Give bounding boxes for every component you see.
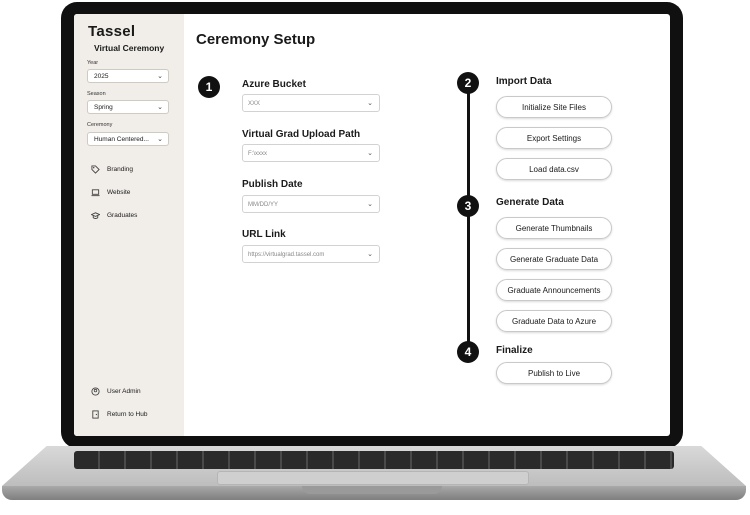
ceremony-value: Human Centered... xyxy=(94,136,149,143)
door-exit-icon xyxy=(92,410,99,419)
publish-date-label: Publish Date xyxy=(242,179,303,190)
upload-path-value: F:\xxxx xyxy=(248,151,267,157)
chevron-down-icon: ⌄ xyxy=(157,104,163,111)
sidebar-item-label: User Admin xyxy=(107,388,141,395)
laptop-opening-notch xyxy=(302,486,442,494)
export-settings-button[interactable]: Export Settings xyxy=(496,127,612,149)
azure-bucket-select[interactable]: XXX ⌄ xyxy=(242,94,380,112)
season-value: Spring xyxy=(94,104,113,111)
generate-graduate-data-button[interactable]: Generate Graduate Data xyxy=(496,248,612,270)
laptop-touchpad xyxy=(217,471,529,485)
graduate-data-to-azure-button[interactable]: Graduate Data to Azure xyxy=(496,310,612,332)
azure-bucket-value: XXX xyxy=(248,101,261,107)
url-link-select[interactable]: https://virtualgrad.tassel.com ⌄ xyxy=(242,245,380,263)
step-badge-4: 4 xyxy=(457,341,479,363)
laptop-keyboard xyxy=(74,451,674,469)
step-badge-3: 3 xyxy=(457,195,479,217)
sidebar: Tassel Virtual Ceremony Year 2025 ⌄ Seas… xyxy=(74,14,184,436)
sidebar-item-graduates[interactable]: Graduates xyxy=(91,211,137,220)
user-admin-icon xyxy=(91,387,100,396)
sidebar-item-user-admin[interactable]: User Admin xyxy=(91,387,141,396)
import-data-heading: Import Data xyxy=(496,76,552,87)
publish-date-select[interactable]: MM/DD/YY ⌄ xyxy=(242,195,380,213)
year-value: 2025 xyxy=(94,73,109,80)
generate-thumbnails-button[interactable]: Generate Thumbnails xyxy=(496,217,612,239)
initialize-site-files-button[interactable]: Initialize Site Files xyxy=(496,96,612,118)
upload-path-label: Virtual Grad Upload Path xyxy=(242,129,361,140)
chevron-down-icon: ⌄ xyxy=(367,150,373,157)
ceremony-label: Ceremony xyxy=(87,122,113,128)
sidebar-item-label: Branding xyxy=(107,166,134,173)
step-badge-1: 1 xyxy=(198,76,220,98)
finalize-heading: Finalize xyxy=(496,345,533,356)
azure-bucket-label: Azure Bucket xyxy=(242,79,306,90)
chevron-down-icon: ⌄ xyxy=(367,201,373,208)
app-logo: Tassel xyxy=(88,23,136,40)
chevron-down-icon: ⌄ xyxy=(157,136,163,143)
url-link-value: https://virtualgrad.tassel.com xyxy=(248,252,325,258)
sidebar-item-label: Graduates xyxy=(107,212,138,219)
load-data-csv-button[interactable]: Load data.csv xyxy=(496,158,612,180)
page-title: Ceremony Setup xyxy=(196,31,316,48)
steps-timeline xyxy=(467,86,470,358)
url-link-label: URL Link xyxy=(242,229,286,240)
graduation-cap-icon xyxy=(91,212,100,219)
chevron-down-icon: ⌄ xyxy=(367,100,373,107)
app-screen: Tassel Virtual Ceremony Year 2025 ⌄ Seas… xyxy=(74,14,670,436)
laptop-icon xyxy=(91,189,100,197)
sidebar-item-label: Website xyxy=(107,189,131,196)
step-badge-2: 2 xyxy=(457,72,479,94)
sidebar-item-return-to-hub[interactable]: Return to Hub xyxy=(91,410,147,419)
sidebar-item-website[interactable]: Website xyxy=(91,188,130,197)
laptop-base xyxy=(2,446,746,504)
chevron-down-icon: ⌄ xyxy=(157,73,163,80)
sidebar-item-branding[interactable]: Branding xyxy=(91,165,133,174)
season-label: Season xyxy=(87,91,106,97)
year-select[interactable]: 2025 ⌄ xyxy=(87,69,169,83)
year-label: Year xyxy=(87,60,99,66)
publish-date-value: MM/DD/YY xyxy=(248,202,278,208)
publish-to-live-button[interactable]: Publish to Live xyxy=(496,362,612,384)
tag-icon xyxy=(91,165,100,174)
season-select[interactable]: Spring ⌄ xyxy=(87,100,169,114)
generate-data-heading: Generate Data xyxy=(496,197,564,208)
chevron-down-icon: ⌄ xyxy=(367,251,373,258)
upload-path-select[interactable]: F:\xxxx ⌄ xyxy=(242,144,380,162)
sidebar-item-label: Return to Hub xyxy=(107,411,148,418)
graduate-announcements-button[interactable]: Graduate Announcements xyxy=(496,279,612,301)
ceremony-select[interactable]: Human Centered... ⌄ xyxy=(87,132,169,146)
app-subtitle: Virtual Ceremony xyxy=(94,43,165,53)
